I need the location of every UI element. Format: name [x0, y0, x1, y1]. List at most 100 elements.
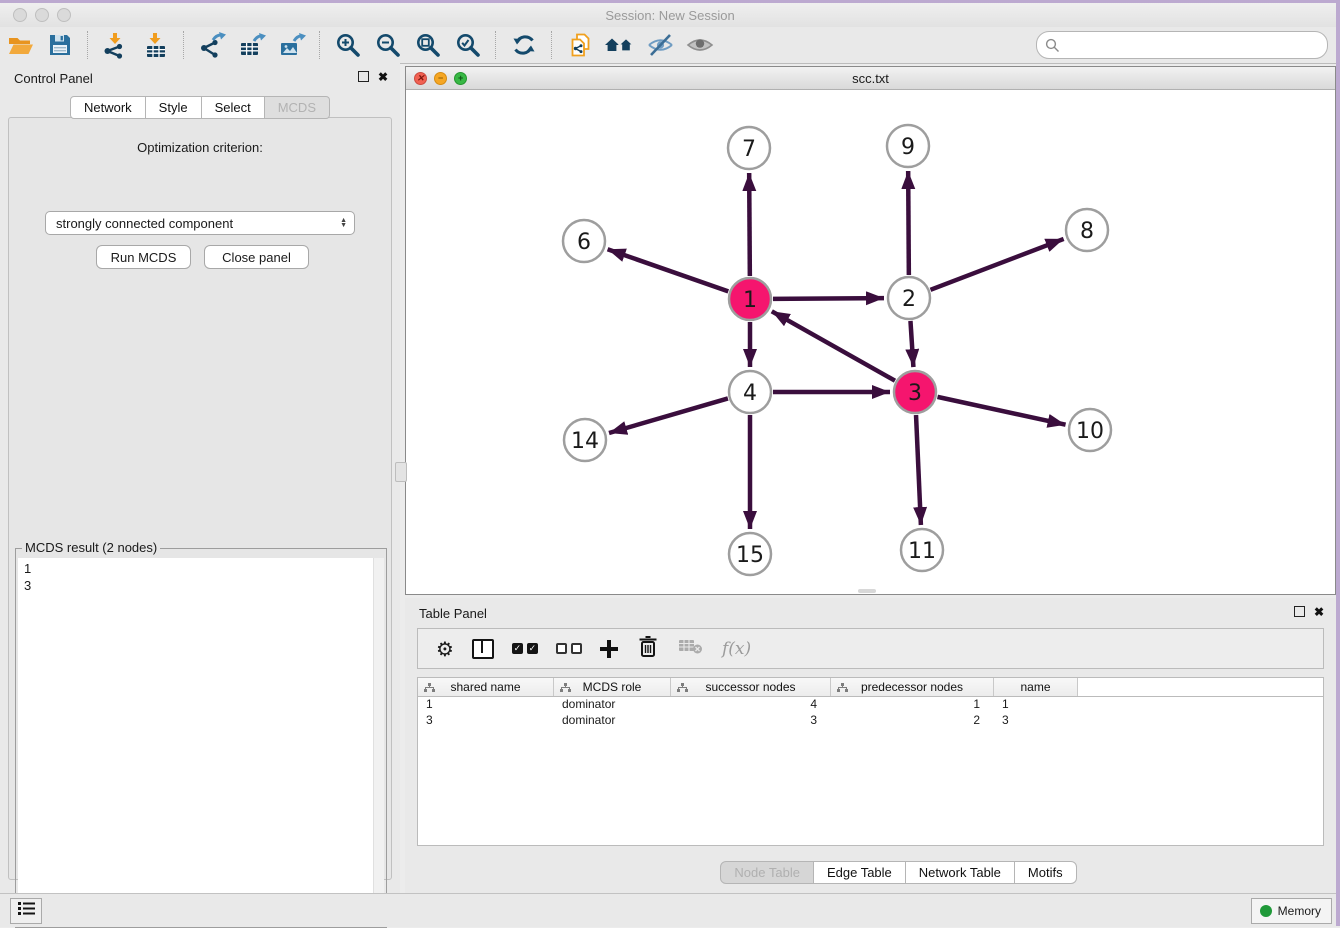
table-cell[interactable]: dominator: [554, 713, 671, 729]
table-settings-button[interactable]: ⚙: [436, 637, 454, 661]
checked-boxes-icon: ✓: [512, 643, 523, 654]
toolbar-separator: [551, 31, 553, 59]
table-cell[interactable]: 3: [418, 713, 554, 729]
search-field[interactable]: [1036, 31, 1328, 59]
table-cell[interactable]: 1: [418, 697, 554, 713]
table-row[interactable]: 1dominator411: [418, 697, 1323, 713]
result-scrollbar[interactable]: [373, 558, 384, 925]
tab-edge-table[interactable]: Edge Table: [814, 861, 906, 884]
table-cell[interactable]: 4: [671, 697, 831, 713]
column-header-MCDS-role[interactable]: MCDS role: [554, 678, 671, 696]
network-window-titlebar[interactable]: ✕−+ scc.txt: [406, 67, 1335, 90]
fx-icon: f(x): [722, 639, 751, 659]
table-cell[interactable]: 3: [994, 713, 1078, 729]
table-row[interactable]: 3dominator323: [418, 713, 1323, 729]
run-mcds-button[interactable]: Run MCDS: [96, 245, 191, 269]
network-canvas[interactable]: 7968124314101511: [406, 90, 1335, 594]
delete-column-button[interactable]: [636, 634, 660, 664]
zoom-out-button[interactable]: [373, 30, 403, 60]
add-column-button[interactable]: [600, 640, 618, 658]
import-table-icon: [143, 32, 170, 59]
graph-edge-1-7[interactable]: [749, 173, 750, 276]
node-table[interactable]: shared nameMCDS rolesuccessor nodesprede…: [417, 677, 1324, 846]
graph-node-label: 15: [736, 543, 764, 568]
export-network-button[interactable]: [197, 30, 227, 60]
table-body: 1dominator4113dominator323: [418, 697, 1323, 729]
memory-button[interactable]: Memory: [1251, 898, 1332, 924]
control-panel-title: Control Panel: [14, 71, 93, 86]
graph-edge-4-14[interactable]: [609, 398, 728, 433]
network-graph[interactable]: 7968124314101511: [406, 90, 1333, 593]
zoom-fit-icon: [415, 32, 441, 58]
export-image-button[interactable]: [277, 30, 307, 60]
search-input[interactable]: [1064, 34, 1327, 56]
memory-status-icon: [1260, 905, 1272, 917]
zoom-selected-button[interactable]: [453, 30, 483, 60]
select-all-button[interactable]: ✓✓: [512, 643, 538, 654]
tab-network-table[interactable]: Network Table: [906, 861, 1015, 884]
criterion-dropdown[interactable]: strongly connected component ▲▼: [45, 211, 355, 235]
column-header-successor-nodes[interactable]: successor nodes: [671, 678, 831, 696]
graph-edge-2-9[interactable]: [908, 171, 909, 275]
graph-edge-2-8[interactable]: [930, 239, 1063, 290]
table-cell[interactable]: 1: [994, 697, 1078, 713]
vertical-splitter-handle[interactable]: [395, 462, 407, 482]
zoom-fit-button[interactable]: [413, 30, 443, 60]
toolbar-separator: [495, 31, 497, 59]
export-table-button[interactable]: [237, 30, 267, 60]
clone-network-button[interactable]: [565, 30, 595, 60]
tab-motifs[interactable]: Motifs: [1015, 861, 1077, 884]
graph-node-label: 2: [902, 287, 916, 312]
close-table-panel-icon[interactable]: ✖: [1314, 607, 1324, 617]
import-network-button[interactable]: [101, 30, 131, 60]
mcds-result-group: MCDS result (2 nodes) 1 3: [15, 548, 387, 928]
tab-select[interactable]: Select: [202, 96, 265, 119]
graph-edge-3-11[interactable]: [916, 415, 921, 525]
graph-edge-1-6[interactable]: [608, 249, 729, 291]
table-cell[interactable]: 1: [831, 697, 994, 713]
open-session-button[interactable]: [5, 30, 35, 60]
import-table-button[interactable]: [141, 30, 171, 60]
float-panel-icon[interactable]: [358, 71, 369, 82]
task-history-button[interactable]: [10, 898, 42, 924]
show-columns-button[interactable]: [472, 639, 494, 659]
refresh-button[interactable]: [509, 30, 539, 60]
column-header-predecessor-nodes[interactable]: predecessor nodes: [831, 678, 994, 696]
zoom-in-button[interactable]: [333, 30, 363, 60]
tab-network[interactable]: Network: [70, 96, 146, 119]
graph-edge-3-10[interactable]: [937, 397, 1065, 425]
graph-edge-2-3[interactable]: [910, 321, 913, 367]
tab-style[interactable]: Style: [146, 96, 202, 119]
export-table-icon: [239, 32, 266, 59]
mcds-result-text[interactable]: 1 3: [18, 558, 374, 925]
home-overview-button[interactable]: [605, 30, 635, 60]
table-toolbar: ⚙ ✓✓ f(x): [417, 628, 1324, 669]
sort-tree-icon: [424, 682, 435, 696]
table-cell[interactable]: 2: [831, 713, 994, 729]
graph-node-label: 4: [743, 381, 757, 406]
close-panel-icon[interactable]: ✖: [378, 72, 388, 82]
mcds-panel: Optimization criterion: strongly connect…: [8, 117, 392, 880]
column-header-name[interactable]: name: [994, 678, 1078, 696]
graph-edge-1-2[interactable]: [773, 298, 884, 299]
graph-edge-3-1[interactable]: [772, 311, 895, 380]
control-panel-tabs: NetworkStyleSelectMCDS: [0, 96, 400, 119]
sort-tree-icon: [560, 682, 571, 696]
hide-details-button[interactable]: [645, 30, 675, 60]
save-session-button[interactable]: [45, 30, 75, 60]
table-cell[interactable]: dominator: [554, 697, 671, 713]
sort-tree-icon: [837, 682, 848, 696]
search-icon: [1045, 38, 1060, 53]
tab-mcds[interactable]: MCDS: [265, 96, 330, 119]
copy-network-file-icon: [567, 32, 594, 59]
tab-node-table[interactable]: Node Table: [720, 861, 814, 884]
float-table-panel-icon[interactable]: [1294, 606, 1305, 617]
desktop-edge-top: [0, 0, 1340, 3]
horizontal-splitter-handle[interactable]: [858, 589, 876, 593]
close-panel-button[interactable]: Close panel: [204, 245, 309, 269]
table-cell[interactable]: 3: [671, 713, 831, 729]
column-header-shared-name[interactable]: shared name: [418, 678, 554, 696]
delete-table-button-disabled: [678, 636, 704, 661]
show-details-button[interactable]: [685, 30, 715, 60]
deselect-all-button[interactable]: [556, 643, 582, 654]
